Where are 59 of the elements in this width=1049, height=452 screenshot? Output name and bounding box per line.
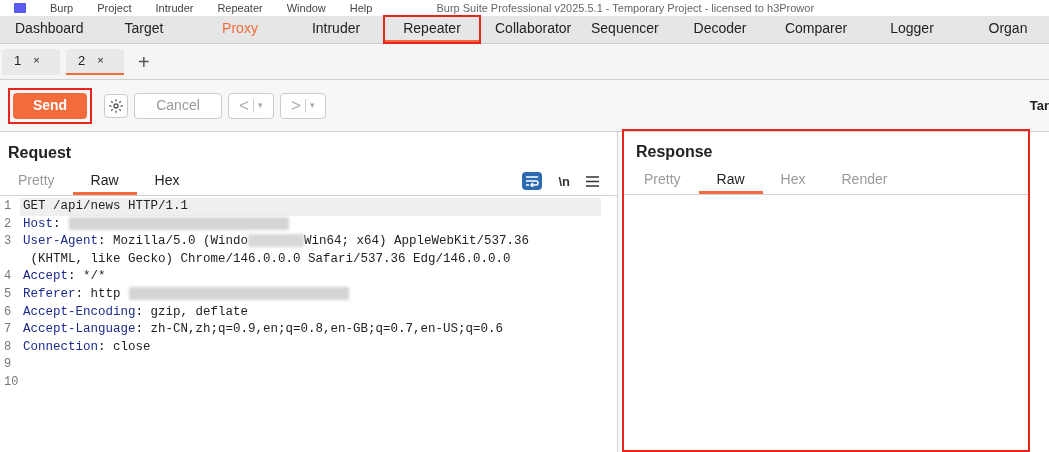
header-name: Accept-Encoding bbox=[23, 304, 136, 319]
newline-toggle[interactable]: \n bbox=[558, 171, 570, 191]
code-text: Win64; x64) AppleWebKit/537.36 bbox=[304, 234, 530, 249]
main-tab[interactable]: Decoder bbox=[672, 16, 768, 43]
header-name: Host bbox=[23, 216, 53, 231]
view-tab[interactable]: Raw bbox=[72, 169, 137, 195]
line-number: 7 bbox=[3, 321, 13, 339]
line-number: 5 bbox=[3, 285, 13, 303]
header-name: Accept-Language bbox=[23, 322, 136, 337]
menu-icon[interactable] bbox=[586, 175, 599, 187]
header-name: Accept bbox=[23, 269, 68, 284]
add-tab-button[interactable]: + bbox=[130, 46, 158, 77]
main-tab[interactable]: Organ bbox=[960, 16, 1049, 43]
header-name: Connection bbox=[23, 339, 98, 354]
menu-item[interactable]: Burp bbox=[50, 0, 74, 17]
menu-item[interactable]: Help bbox=[349, 0, 373, 17]
menu-item[interactable]: Intruder bbox=[155, 0, 194, 17]
header-name: Referer bbox=[23, 286, 76, 301]
menu-item[interactable]: Project bbox=[97, 0, 132, 17]
line-number: 3 bbox=[3, 233, 13, 251]
code-text: : Mozilla/5.0 (Windo bbox=[98, 234, 249, 249]
main-tab[interactable]: Target bbox=[96, 16, 192, 43]
line-number: 10 bbox=[3, 373, 20, 391]
line-number: 4 bbox=[3, 268, 13, 286]
code-text: : */* bbox=[68, 269, 106, 284]
word-wrap-icon[interactable] bbox=[522, 172, 543, 191]
code-text: : bbox=[53, 216, 61, 231]
redaction-blur bbox=[248, 234, 305, 248]
menu-item[interactable]: Window bbox=[286, 0, 326, 17]
window-title: Burp Suite Professional v2025.5.1 - Temporary Project - licensed to h3Prowor bbox=[436, 0, 815, 16]
panel-title: Request bbox=[7, 143, 73, 163]
request-tab[interactable]: 1 × bbox=[2, 48, 60, 75]
main-tab[interactable]: Comparer bbox=[768, 16, 864, 43]
target-label: Tar bbox=[1029, 96, 1049, 115]
view-tab[interactable]: Hex bbox=[136, 169, 198, 195]
line-number: 6 bbox=[3, 303, 13, 321]
main-tab[interactable]: Repeater bbox=[384, 16, 480, 43]
main-tab[interactable]: Dashboard bbox=[0, 16, 96, 43]
code-text: : gzip, deflate bbox=[135, 304, 249, 319]
menu-item[interactable]: Repeater bbox=[217, 0, 263, 17]
main-tab[interactable]: Sequencer bbox=[576, 16, 672, 43]
code-text: : http bbox=[75, 286, 121, 301]
line-number: 1 bbox=[3, 198, 13, 215]
line-number: 2 bbox=[3, 215, 13, 233]
code-text: (KHTML, like Gecko) Chrome/146.0.0.0 Safari/537.36 Edg/146.0.0.0 bbox=[29, 251, 511, 266]
line-number: 8 bbox=[3, 338, 13, 356]
request-tab[interactable]: 2 × bbox=[66, 48, 124, 75]
view-tab[interactable]: Raw bbox=[698, 168, 763, 194]
settings-icon[interactable] bbox=[104, 93, 128, 118]
line-number: 9 bbox=[3, 356, 13, 374]
code-text: : close bbox=[98, 339, 151, 354]
code-text: GET /api/news HTTP/1.1 bbox=[23, 199, 189, 213]
panel-title: Response bbox=[635, 142, 714, 162]
main-tab[interactable]: Logger bbox=[864, 16, 960, 43]
main-tab[interactable]: Intruder bbox=[288, 16, 384, 43]
app-logo-icon bbox=[14, 3, 26, 13]
main-tab[interactable]: Collaborator bbox=[480, 16, 576, 43]
header-name: User-Agent bbox=[23, 234, 98, 249]
code-text: : zh-CN,zh;q=0.9,en;q=0.8,en-GB;q=0.7,en-US;q=0.6 bbox=[135, 322, 504, 337]
